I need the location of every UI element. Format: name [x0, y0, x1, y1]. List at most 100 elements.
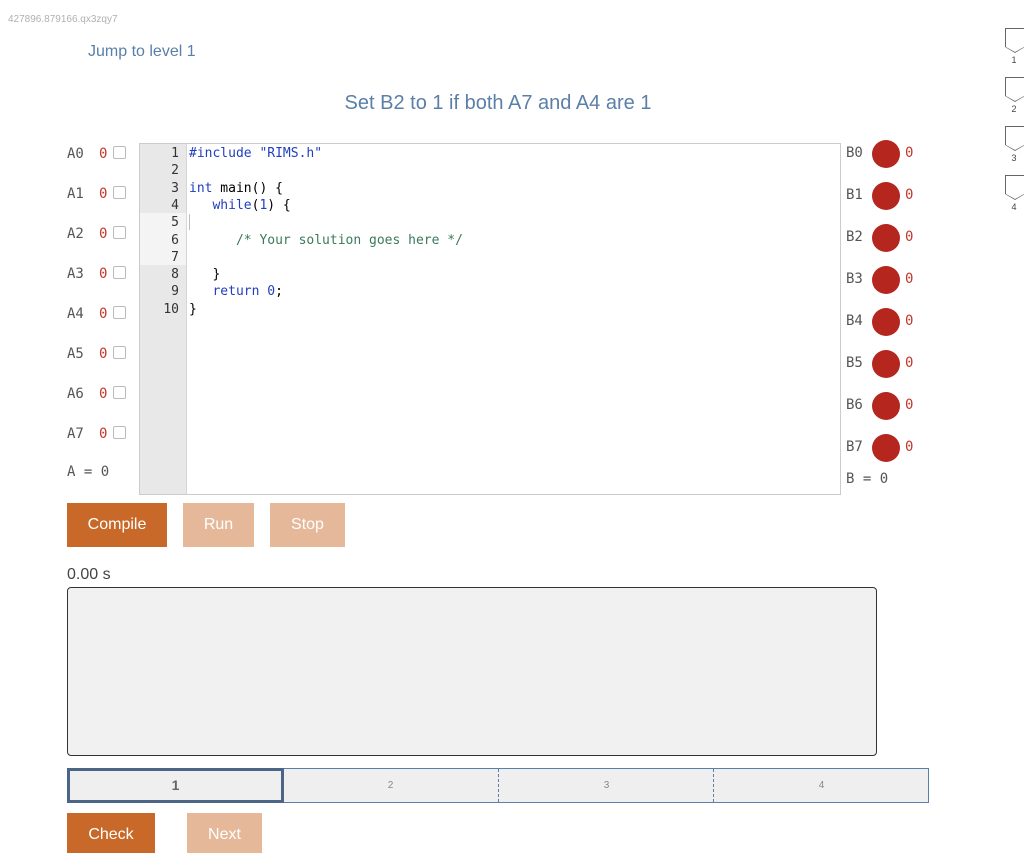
code-token: } [189, 301, 197, 317]
led-label: B5 [846, 355, 863, 371]
led-label: B4 [846, 313, 863, 329]
code-token: while [212, 197, 252, 213]
input-switch-a6: A6 0 [67, 386, 137, 406]
code-line: int main() { [189, 180, 283, 197]
side-level-1[interactable]: 1 [1004, 28, 1024, 65]
output-led-b5: B5 0 [846, 348, 926, 380]
code-token: 0 [267, 284, 276, 300]
line-number: 6 [171, 232, 179, 248]
code-editor[interactable]: 1 2 3 4 5 6 7 8 9 10 #include "RIMS.h" int main() … [139, 143, 841, 495]
code-token: ) { [267, 197, 291, 213]
switch-checkbox[interactable] [113, 426, 126, 439]
input-switch-a3: A3 0 [67, 266, 137, 286]
switch-value: 0 [99, 226, 108, 242]
switch-value: 0 [99, 146, 108, 162]
switch-checkbox[interactable] [113, 346, 126, 359]
led-indicator [872, 182, 900, 210]
line-number: 2 [171, 163, 179, 179]
code-token: #include "RIMS.h" [189, 146, 323, 161]
line-number: 5 [171, 215, 179, 231]
switch-label: A0 [67, 146, 84, 162]
switch-checkbox[interactable] [113, 146, 126, 159]
code-token: main() { [212, 180, 283, 196]
switch-checkbox[interactable] [113, 226, 126, 239]
progress-level-2[interactable]: 2 [283, 769, 498, 802]
led-indicator [872, 140, 900, 168]
led-value: 0 [905, 439, 914, 455]
led-indicator [872, 308, 900, 336]
progress-level-3[interactable]: 3 [498, 769, 714, 802]
led-label: B2 [846, 229, 863, 245]
switch-value: 0 [99, 186, 108, 202]
switch-value: 0 [99, 266, 108, 282]
led-value: 0 [905, 313, 914, 329]
switch-checkbox[interactable] [113, 306, 126, 319]
check-button[interactable]: Check [67, 813, 155, 853]
jump-to-level-link[interactable]: Jump to level 1 [88, 43, 196, 61]
side-level-number: 4 [1011, 202, 1017, 212]
active-line-band [140, 213, 186, 265]
progress-level-4[interactable]: 4 [713, 769, 929, 802]
input-switch-a4: A4 0 [67, 306, 137, 326]
switch-value: 0 [99, 426, 108, 442]
line-number: 3 [171, 180, 179, 196]
level-progress-bar: 1234 [67, 768, 929, 803]
input-switch-a0: A0 0 [67, 146, 137, 166]
code-token: int [189, 180, 213, 196]
switch-checkbox[interactable] [113, 186, 126, 199]
challenge-title: Set B2 to 1 if both A7 and A4 are 1 [344, 92, 652, 114]
output-led-b2: B2 0 [846, 222, 926, 254]
switch-label: A1 [67, 186, 84, 202]
led-value: 0 [905, 187, 914, 203]
code-token: } [212, 267, 221, 283]
side-level-number: 3 [1011, 153, 1017, 163]
output-console [67, 587, 877, 756]
led-value: 0 [905, 145, 914, 161]
switch-label: A2 [67, 226, 84, 242]
line-number-gutter: 1 2 3 4 5 6 7 8 9 10 [140, 144, 187, 494]
input-switch-a1: A1 0 [67, 186, 137, 206]
output-led-b3: B3 0 [846, 264, 926, 296]
led-label: B7 [846, 439, 863, 455]
led-indicator [872, 224, 900, 252]
side-level-3[interactable]: 3 [1004, 126, 1024, 163]
run-button[interactable]: Run [183, 503, 254, 547]
led-value: 0 [905, 397, 914, 413]
level-badge-icon [1005, 77, 1024, 102]
input-switch-a5: A5 0 [67, 346, 137, 366]
code-line: return 0; [189, 283, 283, 300]
switch-value: 0 [99, 346, 108, 362]
stop-button[interactable]: Stop [270, 503, 345, 547]
output-led-b1: B1 0 [846, 180, 926, 212]
side-level-2[interactable]: 2 [1004, 77, 1024, 114]
switch-label: A5 [67, 346, 84, 362]
progress-level-1[interactable]: 1 [67, 768, 284, 803]
led-label: B0 [846, 145, 863, 161]
line-number: 1 [171, 146, 179, 161]
code-token: /* Your solution goes here */ [235, 232, 463, 248]
switch-value: 0 [99, 386, 108, 402]
switch-checkbox[interactable] [113, 266, 126, 279]
code-line: #include "RIMS.h" [189, 145, 322, 162]
line-number: 8 [171, 267, 179, 283]
code-token: ; [275, 284, 283, 300]
code-line: } [189, 266, 220, 283]
led-label: B6 [846, 397, 863, 413]
code-line: /* Your solution goes here */ [189, 232, 463, 249]
compile-button[interactable]: Compile [67, 503, 167, 547]
output-led-b4: B4 0 [846, 306, 926, 338]
level-badge-icon [1005, 28, 1024, 53]
switch-value: 0 [99, 306, 108, 322]
switch-checkbox[interactable] [113, 386, 126, 399]
side-level-4[interactable]: 4 [1004, 175, 1024, 212]
code-token: return [212, 284, 260, 300]
switch-label: A6 [67, 386, 84, 402]
led-value: 0 [905, 355, 914, 371]
led-indicator [872, 350, 900, 378]
switch-label: A3 [67, 266, 84, 282]
line-number: 7 [171, 249, 179, 265]
line-number: 10 [163, 301, 179, 317]
next-button[interactable]: Next [187, 813, 262, 853]
input-switch-a2: A2 0 [67, 226, 137, 246]
level-badge-icon [1005, 175, 1024, 200]
